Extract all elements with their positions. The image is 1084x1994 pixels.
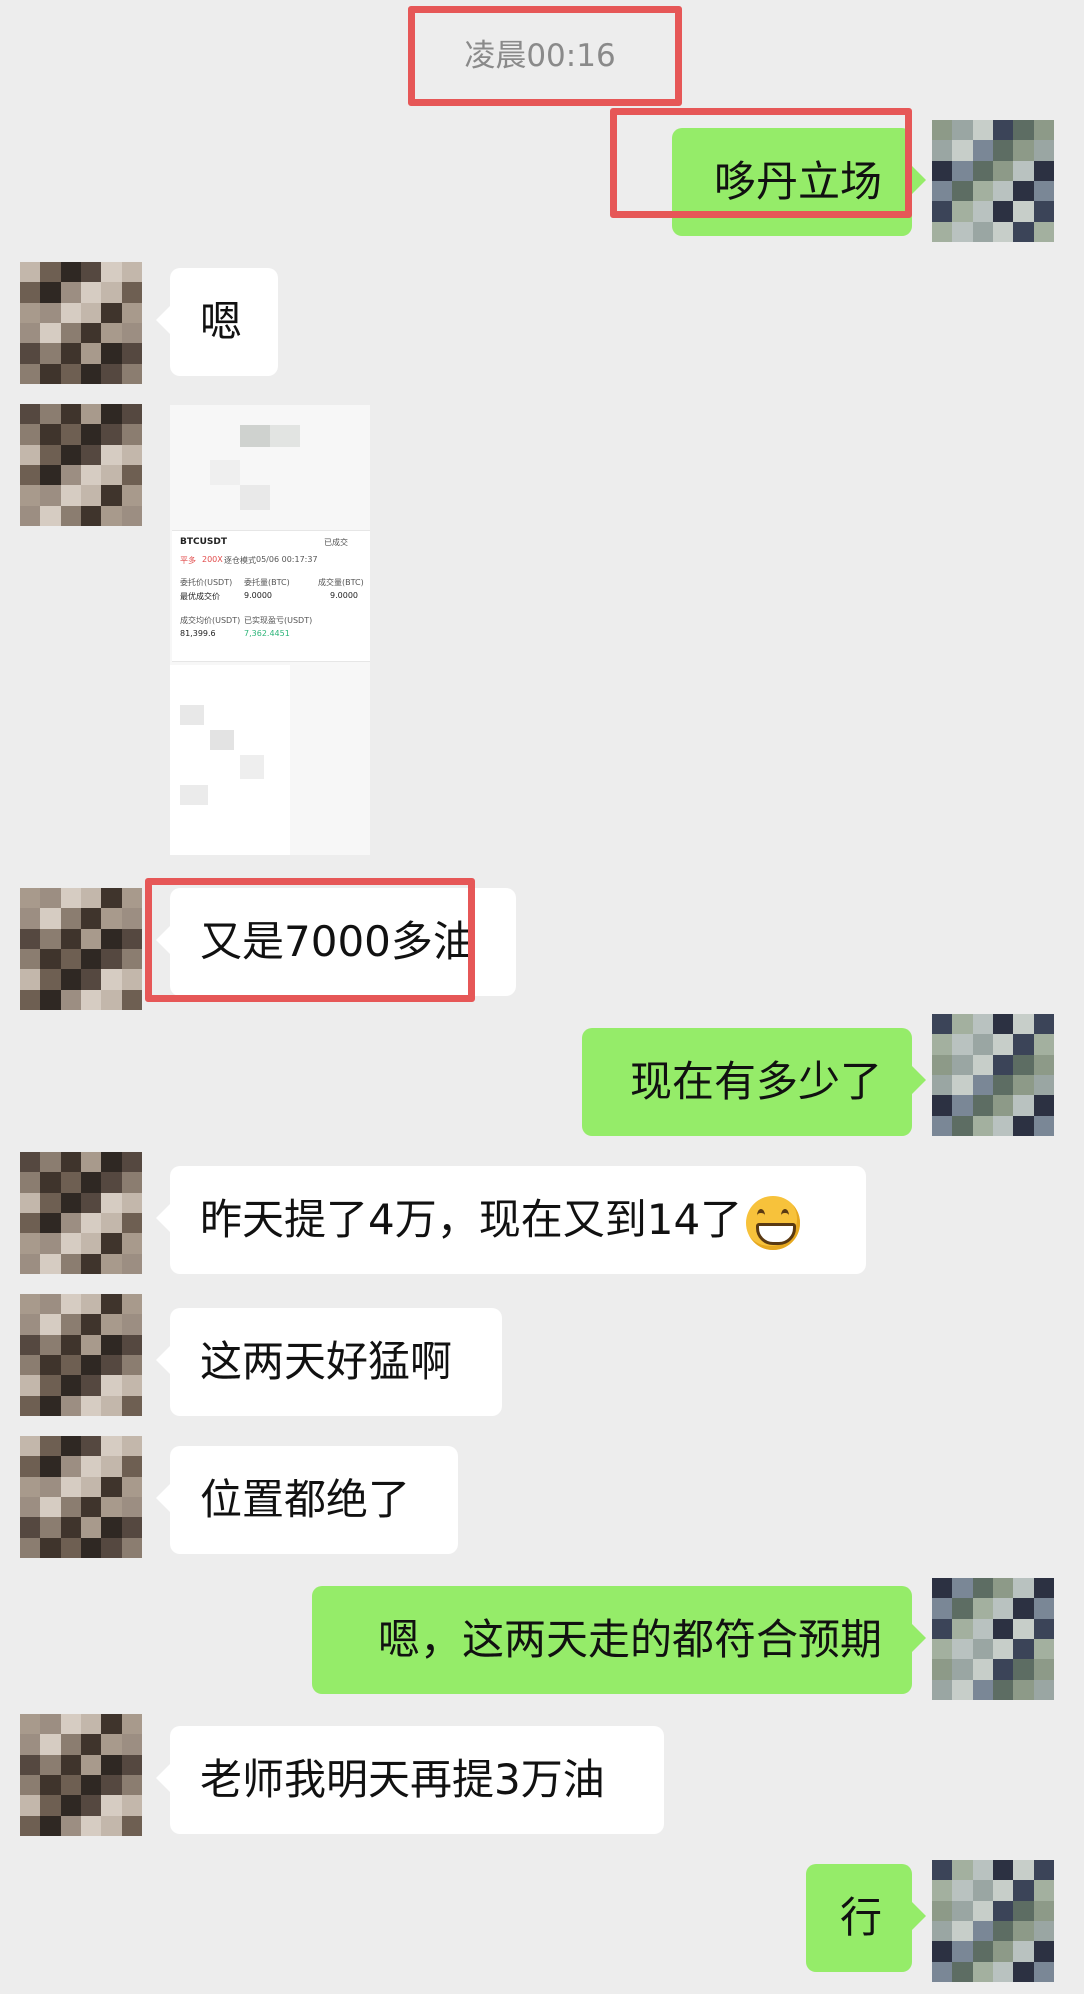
order-status: 已成交 [324,538,348,547]
order-mode-tag: 逐仓模式 [224,556,256,565]
avatar-contact[interactable] [20,1436,142,1558]
order-time: 05/06 00:17:37 [256,555,318,564]
order-col3-label: 成交量(BTC) [318,578,364,587]
highlight-box-timestamp [408,6,682,106]
order-col3-value: 9.0000 [330,591,358,600]
message-bubble-outgoing[interactable]: 嗯，这两天走的都符合预期 [312,1586,926,1694]
order-col1-value: 最优成交价 [180,592,220,601]
avatar-contact[interactable] [20,888,142,1010]
avatar-contact[interactable] [20,1714,142,1836]
order-avg-price-label: 成交均价(USDT) [180,616,241,625]
order-side-tag: 平多 [180,556,196,565]
avatar-self[interactable] [932,1578,1054,1700]
order-pnl-value: 7,362.4451 [244,629,290,638]
order-leverage-tag: 200X [202,555,223,564]
order-col2-value: 9.0000 [244,591,272,600]
message-bubble-outgoing[interactable]: 现在有多少了 [582,1028,926,1136]
highlight-box-message [610,108,912,218]
order-pnl-label: 已实现盈亏(USDT) [244,616,313,625]
message-bubble-incoming[interactable]: 老师我明天再提3万油 [156,1726,664,1834]
order-col1-label: 委托价(USDT) [180,578,233,587]
message-bubble-incoming[interactable]: 这两天好猛啊 [156,1308,502,1416]
grinning-face-icon [746,1195,801,1250]
message-bubble-outgoing[interactable]: 行 [806,1864,926,1972]
image-message-screenshot[interactable]: BTCUSDT 已成交 平多 200X 逐仓模式 05/06 00:17:37 … [170,405,370,855]
highlight-box-message [145,878,475,1002]
message-bubble-incoming[interactable]: 昨天提了4万，现在又到14了 [156,1166,866,1274]
avatar-self[interactable] [932,1014,1054,1136]
avatar-self[interactable] [932,1860,1054,1982]
message-bubble-incoming[interactable]: 位置都绝了 [156,1446,458,1554]
order-col2-label: 委托量(BTC) [244,578,290,587]
avatar-contact[interactable] [20,1294,142,1416]
message-text: 昨天提了4万，现在又到14了 [200,1195,743,1244]
order-avg-price-value: 81,399.6 [180,629,216,638]
order-card: BTCUSDT 已成交 平多 200X 逐仓模式 05/06 00:17:37 … [172,530,370,662]
message-bubble-incoming[interactable]: 嗯 [156,268,278,376]
order-pair: BTCUSDT [180,537,228,547]
avatar-contact[interactable] [20,1152,142,1274]
avatar-contact[interactable] [20,404,142,526]
avatar-self[interactable] [932,120,1054,242]
avatar-contact[interactable] [20,262,142,384]
